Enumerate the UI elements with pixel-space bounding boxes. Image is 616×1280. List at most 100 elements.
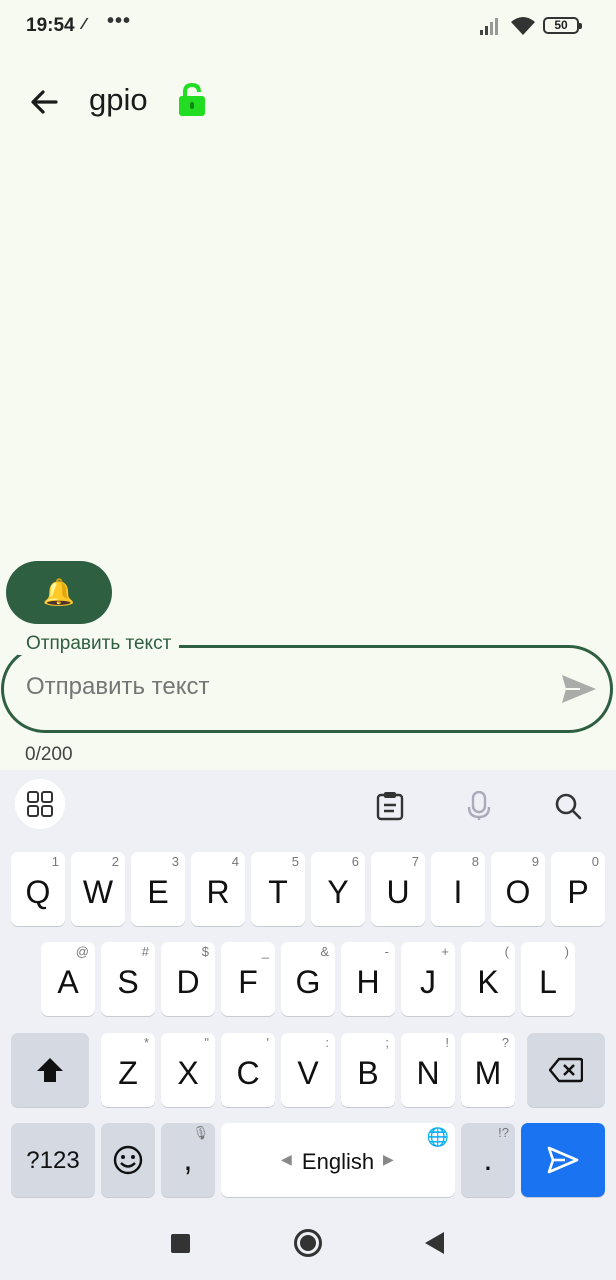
key-i[interactable]: 8I bbox=[431, 852, 485, 926]
key-hint: - bbox=[384, 944, 389, 959]
key-m[interactable]: ? M bbox=[461, 1033, 515, 1107]
key-label: Z bbox=[118, 1055, 138, 1091]
key-s[interactable]: # S bbox=[101, 942, 155, 1016]
key-label: T bbox=[268, 874, 288, 910]
key-t[interactable]: 5T bbox=[251, 852, 305, 926]
character-counter: 0/200 bbox=[25, 744, 73, 765]
emoji-key[interactable] bbox=[101, 1123, 155, 1197]
key-hint: # bbox=[141, 944, 149, 959]
symbols-key[interactable]: ?123 bbox=[11, 1123, 95, 1197]
shift-key[interactable] bbox=[11, 1033, 89, 1107]
key-hint: 4 bbox=[231, 854, 239, 869]
key-hint: 3 bbox=[171, 854, 179, 869]
key-l[interactable]: ) L bbox=[521, 942, 575, 1016]
grid-icon bbox=[27, 791, 53, 817]
space-key[interactable]: 🌐 ◀ English ▶ bbox=[221, 1123, 455, 1197]
send-icon[interactable] bbox=[560, 673, 598, 705]
clipboard-button[interactable] bbox=[368, 784, 412, 828]
key-w[interactable]: 2W bbox=[71, 852, 125, 926]
backspace-icon bbox=[548, 1057, 584, 1083]
key-f[interactable]: _ F bbox=[221, 942, 275, 1016]
notification-bell-button[interactable]: 🔔 bbox=[6, 561, 112, 624]
voice-input-button[interactable] bbox=[457, 784, 501, 828]
period-key[interactable]: !? . bbox=[461, 1123, 515, 1197]
key-q[interactable]: 1Q bbox=[11, 852, 65, 926]
key-label: U bbox=[386, 874, 410, 910]
send-icon bbox=[547, 1146, 579, 1174]
comma-key[interactable]: 🎙 , bbox=[161, 1123, 215, 1197]
key-label: M bbox=[474, 1055, 502, 1091]
key-hint: 0 bbox=[591, 854, 599, 869]
search-icon bbox=[555, 793, 582, 820]
more-notifications-icon: ••• bbox=[107, 10, 132, 32]
key-hint: @ bbox=[75, 944, 89, 959]
key-u[interactable]: 7U bbox=[371, 852, 425, 926]
key-hint: ' bbox=[266, 1035, 269, 1050]
battery-icon: 50 bbox=[543, 17, 582, 34]
key-v[interactable]: :V bbox=[281, 1033, 335, 1107]
back-arrow-icon[interactable] bbox=[26, 84, 62, 120]
key-hint: ( bbox=[504, 944, 509, 959]
key-hint: ; bbox=[385, 1035, 389, 1050]
signal-icon bbox=[480, 18, 498, 35]
key-label: A bbox=[57, 964, 79, 1000]
key-a[interactable]: @ A bbox=[41, 942, 95, 1016]
key-d[interactable]: $ D bbox=[161, 942, 215, 1016]
key-h[interactable]: -H bbox=[341, 942, 395, 1016]
key-label: R bbox=[206, 874, 230, 910]
recents-icon[interactable] bbox=[171, 1234, 190, 1253]
mic-hint-icon: 🎙 bbox=[192, 1125, 209, 1140]
key-k[interactable]: (K bbox=[461, 942, 515, 1016]
key-label: F bbox=[238, 964, 258, 1000]
key-n[interactable]: ! N bbox=[401, 1033, 455, 1107]
key-label: O bbox=[505, 874, 531, 910]
key-label: G bbox=[295, 964, 321, 1000]
wifi-icon bbox=[511, 17, 535, 35]
microphone-icon bbox=[467, 791, 491, 820]
emoji-icon bbox=[113, 1145, 143, 1175]
key-p[interactable]: 0P bbox=[551, 852, 605, 926]
status-bar: 19:54 ⁄⁄ ••• 50 bbox=[0, 0, 616, 54]
key-hint: _ bbox=[261, 944, 269, 959]
home-icon[interactable] bbox=[294, 1229, 322, 1257]
keyboard-search-button[interactable] bbox=[546, 784, 590, 828]
key-hint: 2 bbox=[111, 854, 119, 869]
keyboard-apps-button[interactable] bbox=[15, 779, 65, 829]
page-title: gpio bbox=[89, 82, 148, 117]
system-nav-bar bbox=[0, 1210, 616, 1280]
key-o[interactable]: 9O bbox=[491, 852, 545, 926]
key-hint: 6 bbox=[351, 854, 359, 869]
backspace-key[interactable] bbox=[527, 1033, 605, 1107]
key-hint: 9 bbox=[531, 854, 539, 869]
key-label: E bbox=[147, 874, 169, 910]
key-label: C bbox=[236, 1055, 260, 1091]
key-label: P bbox=[567, 874, 589, 910]
key-c[interactable]: ' C bbox=[221, 1033, 275, 1107]
key-b[interactable]: ; B bbox=[341, 1033, 395, 1107]
key-label: D bbox=[176, 964, 200, 1000]
key-hint: ! bbox=[445, 1035, 449, 1050]
message-input[interactable] bbox=[24, 672, 528, 702]
key-r[interactable]: 4R bbox=[191, 852, 245, 926]
keyboard: 1Q2W3E4R5T6Y7U8I9O0P @ A # S $ D _ F & G - H + J(K) L … bbox=[0, 770, 616, 1210]
key-e[interactable]: 3E bbox=[131, 852, 185, 926]
key-j[interactable]: + J bbox=[401, 942, 455, 1016]
key-hint: 1 bbox=[51, 854, 59, 869]
key-hint: " bbox=[204, 1035, 209, 1050]
key-hint: 7 bbox=[411, 854, 419, 869]
key-hint: : bbox=[325, 1035, 329, 1050]
keyboard-send-key[interactable] bbox=[521, 1123, 605, 1197]
key-g[interactable]: & G bbox=[281, 942, 335, 1016]
key-hint: * bbox=[143, 1035, 149, 1050]
key-y[interactable]: 6Y bbox=[311, 852, 365, 926]
back-icon[interactable] bbox=[425, 1232, 444, 1254]
language-globe-icon: 🌐 bbox=[426, 1127, 449, 1147]
key-label: K bbox=[477, 964, 499, 1000]
key-label: I bbox=[453, 874, 463, 910]
key-z[interactable]: * Z bbox=[101, 1033, 155, 1107]
key-x[interactable]: " X bbox=[161, 1033, 215, 1107]
key-label: H bbox=[356, 964, 380, 1000]
key-hint: & bbox=[320, 944, 329, 959]
key-label: Q bbox=[25, 874, 51, 910]
keyboard-toolbar bbox=[0, 770, 616, 840]
